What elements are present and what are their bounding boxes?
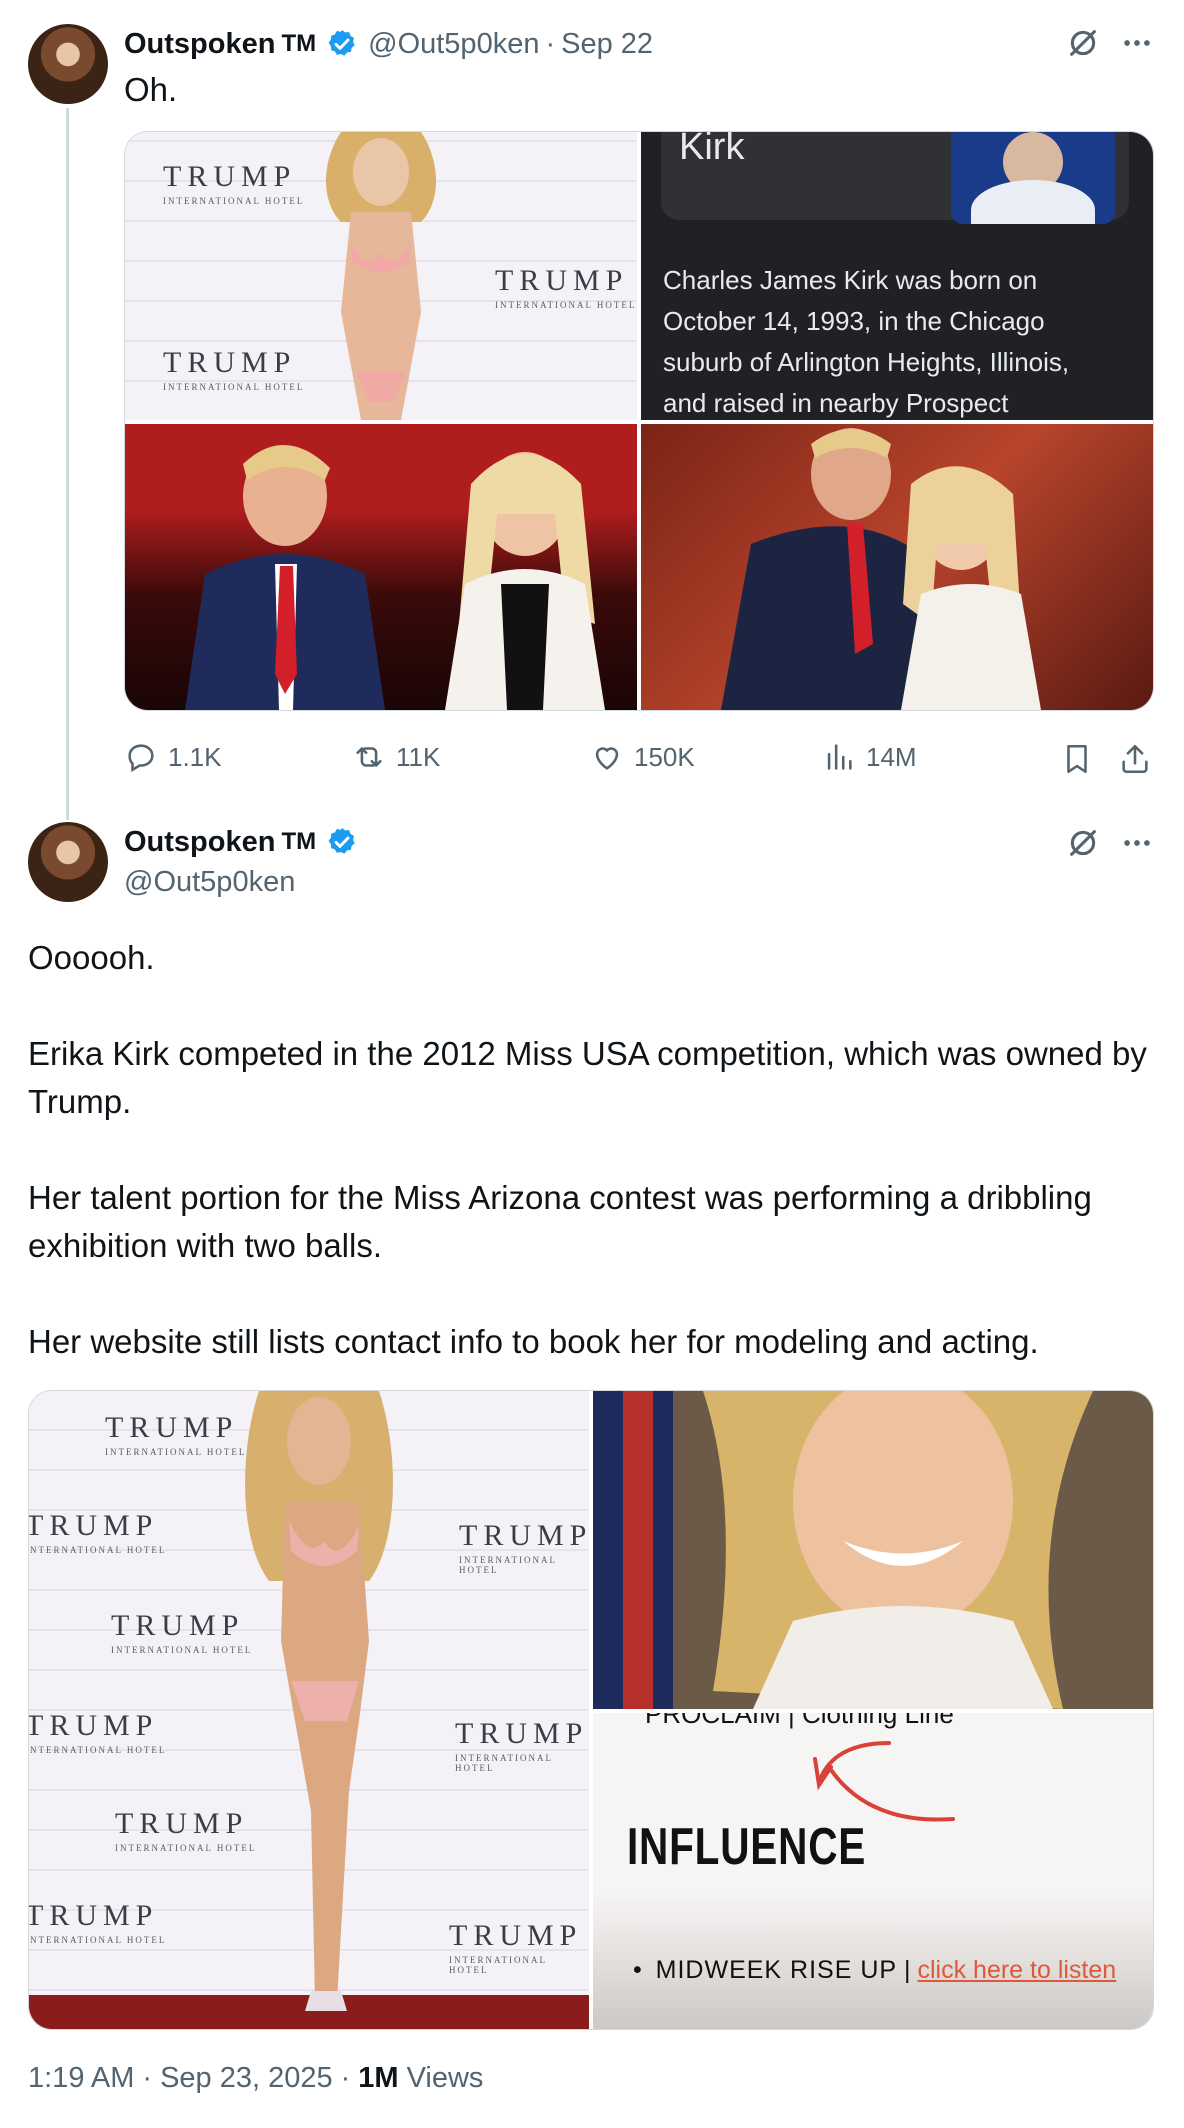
repost-icon — [356, 747, 382, 767]
tweet1-media-grid[interactable]: TRUMP INTERNATIONAL HOTEL TRUMP INTERNAT… — [124, 131, 1154, 711]
like-button[interactable]: 150K — [590, 740, 695, 774]
backdrop-brand-text: TRUMP — [29, 1709, 159, 1742]
backdrop-brand-text: TRUMP — [495, 264, 629, 297]
media-photo-backdrop[interactable]: TRUMP INTERNATIONAL HOTEL TRUMP INTERNAT… — [29, 1391, 589, 2029]
like-count: 150K — [634, 741, 695, 772]
author-name[interactable]: Outspoken — [124, 28, 275, 61]
tweet-time[interactable]: 1:19 AM — [28, 2062, 134, 2095]
backdrop-sub-text: INTERNATIONAL HOTEL — [29, 1935, 167, 1945]
list-item-link[interactable]: click here to listen — [917, 1956, 1116, 1984]
backdrop-brand-text: TRUMP — [449, 1919, 583, 1952]
list-item-sep: | — [904, 1956, 911, 1984]
author-handle[interactable]: @Out5p0ken — [124, 866, 295, 899]
views-button[interactable]: 14M — [822, 740, 917, 774]
bookmark-icon[interactable] — [1060, 742, 1094, 776]
wiki-line: and raised in nearby Prospect — [663, 388, 1009, 418]
separator-dot: · — [545, 27, 556, 60]
grok-icon[interactable] — [1066, 26, 1100, 60]
tweet-paragraph: Erika Kirk competed in the 2012 Miss USA… — [28, 1035, 1147, 1120]
backdrop-brand-text: TRUMP — [29, 1899, 159, 1932]
backdrop-sub-text: INTERNATIONAL HOTEL — [29, 1745, 167, 1755]
author-tm: TM — [281, 828, 317, 855]
wiki-line: suburb of Arlington Heights, Illinois, — [663, 347, 1070, 377]
like-icon — [595, 747, 619, 770]
tweet-date[interactable]: Sep 23, 2025 — [160, 2062, 333, 2095]
author-handle[interactable]: @Out5p0ken — [368, 28, 539, 61]
more-icon[interactable] — [1120, 26, 1154, 60]
influence-heading: INFLUENCE — [627, 1818, 867, 1876]
separator-dot: · — [142, 2062, 153, 2094]
list-item-label: MIDWEEK RISE UP — [655, 1956, 898, 1984]
portrait-figure — [593, 1391, 1093, 1709]
wiki-thumbnail — [951, 132, 1115, 224]
tweet2-footer: 1:19 AM · Sep 23, 2025 · 1M Views — [28, 2062, 483, 2095]
grok-icon[interactable] — [1066, 826, 1100, 860]
wiki-title: Kirk — [679, 132, 745, 168]
backdrop-brand-text: TRUMP — [163, 346, 297, 379]
backdrop-brand-text: TRUMP — [455, 1717, 589, 1750]
list-bullet: • — [633, 1956, 656, 1984]
avatar[interactable] — [28, 822, 108, 902]
reply-count: 1.1K — [168, 741, 222, 772]
tweet-date[interactable]: Sep 22 — [561, 28, 653, 61]
media-photo-hug[interactable] — [641, 424, 1153, 710]
tweet2-media-grid[interactable]: TRUMP INTERNATIONAL HOTEL TRUMP INTERNAT… — [28, 1390, 1154, 2030]
backdrop-sub-text: INTERNATIONAL HOTEL — [455, 1753, 553, 1773]
wiki-line: Charles James Kirk was born on — [663, 265, 1038, 295]
media-photo-stage[interactable] — [125, 424, 637, 710]
reply-button[interactable]: 1.1K — [124, 740, 222, 774]
thread-line — [66, 108, 69, 820]
tweet1-header: Outspoken TM @Out5p0ken · Sep 22 — [124, 24, 653, 64]
author-name[interactable]: Outspoken — [124, 826, 275, 859]
views-label: Views — [406, 2062, 484, 2094]
wiki-line: October 14, 1993, in the Chicago — [663, 306, 1045, 336]
verified-badge-icon — [328, 30, 355, 56]
person-figure — [326, 132, 436, 420]
tweet-paragraph: Her talent portion for the Miss Arizona … — [28, 1179, 1092, 1264]
views-icon — [827, 744, 852, 770]
tweet2-header: Outspoken TM — [124, 822, 358, 862]
tweet-paragraph: Oooooh. — [28, 939, 155, 976]
media-photo-portrait[interactable] — [593, 1391, 1153, 1709]
backdrop-sub-text: INTERNATIONAL HOTEL — [495, 300, 637, 310]
repost-count: 11K — [396, 741, 441, 772]
media-website-screenshot[interactable]: PROCLAIM | Clothing Line INFLUENCE • MID… — [593, 1713, 1153, 2029]
tweet2-text: Oooooh. Erika Kirk competed in the 2012 … — [28, 934, 1148, 1366]
reply-icon — [128, 744, 154, 773]
author-tm: TM — [281, 30, 317, 57]
media-photo-backdrop[interactable]: TRUMP INTERNATIONAL HOTEL TRUMP INTERNAT… — [125, 132, 637, 420]
influence-list-item: • MIDWEEK RISE UP | click here to listen — [633, 1947, 1133, 1993]
media-wiki-screenshot[interactable]: Kirk Charles James Kirk was born on Octo… — [641, 132, 1153, 420]
backdrop-brand-text: TRUMP — [29, 1509, 159, 1542]
separator-dot: · — [340, 2062, 351, 2094]
people-figures — [185, 444, 605, 710]
backdrop-sub-text: INTERNATIONAL HOTEL — [459, 1555, 557, 1575]
person-figure — [245, 1391, 393, 2011]
avatar[interactable] — [28, 24, 108, 104]
wiki-paragraph: Charles James Kirk was born on October 1… — [663, 260, 1143, 420]
backdrop-sub-text: INTERNATIONAL HOTEL — [29, 1545, 167, 1555]
backdrop-brand-text: TRUMP — [163, 160, 297, 193]
views-count: 14M — [866, 741, 917, 772]
verified-badge-icon — [328, 828, 355, 854]
tweet-paragraph: Her website still lists contact info to … — [28, 1323, 1039, 1360]
share-icon[interactable] — [1118, 742, 1152, 776]
backdrop-brand-text: TRUMP — [459, 1519, 589, 1552]
hug-figures — [721, 428, 1041, 710]
backdrop-sub-text: INTERNATIONAL HOTEL — [449, 1955, 547, 1975]
repost-button[interactable]: 11K — [352, 740, 440, 774]
tweet1-text: Oh. — [124, 71, 178, 108]
more-icon[interactable] — [1120, 826, 1154, 860]
views-count: 1M — [358, 2062, 399, 2094]
